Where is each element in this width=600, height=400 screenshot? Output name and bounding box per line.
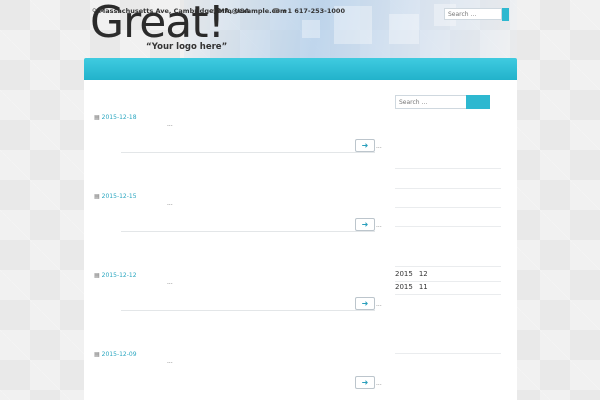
post-more-text: ...	[376, 222, 382, 229]
post-excerpt: ...	[167, 279, 173, 286]
arrow-right-icon: ➜	[361, 141, 369, 150]
post-excerpt: ...	[167, 121, 173, 128]
header-search-button[interactable]	[502, 8, 509, 21]
post-excerpt: ...	[167, 200, 173, 207]
sidebar-divider	[395, 188, 501, 189]
sidebar-divider	[395, 281, 501, 282]
post-date[interactable]: ▦ 2015-12-09	[94, 351, 137, 358]
post-excerpt: ...	[167, 358, 173, 365]
phone-icon: ☎	[272, 7, 281, 15]
sidebar-divider	[395, 266, 501, 267]
sidebar-divider	[395, 207, 501, 208]
calendar-icon: ▦	[94, 272, 100, 279]
post-date[interactable]: ▦ 2015-12-12	[94, 272, 137, 279]
archive-link[interactable]: 2015 12	[395, 270, 428, 278]
post-date[interactable]: ▦ 2015-12-18	[94, 114, 137, 121]
calendar-icon: ▦	[94, 114, 100, 121]
calendar-icon: ▦	[94, 351, 100, 358]
site-tagline: “Your logo here”	[146, 42, 228, 52]
sidebar-divider	[395, 226, 501, 227]
read-more-button[interactable]: ➜	[355, 218, 375, 231]
calendar-icon: ▦	[94, 193, 100, 200]
contact-phone: ☎ +1 617-253-1000	[272, 7, 345, 15]
sidebar-search-input[interactable]	[395, 95, 467, 109]
sidebar-divider	[395, 168, 501, 169]
arrow-right-icon: ➜	[361, 220, 369, 229]
sidebar-search-button[interactable]	[466, 95, 490, 109]
post-date[interactable]: ▦ 2015-12-15	[94, 193, 137, 200]
read-more-button[interactable]: ➜	[355, 297, 375, 310]
read-more-button[interactable]: ➜	[355, 376, 375, 389]
post-divider	[121, 231, 375, 232]
sidebar-divider	[395, 353, 501, 354]
map-marker-icon: ⚲	[92, 7, 97, 15]
post-more-text: ...	[376, 143, 382, 150]
sidebar-divider	[395, 294, 501, 295]
header-search-input[interactable]	[444, 8, 502, 20]
main-content: ▦ 2015-12-18 ... ➜ ... ▦ 2015-12-15 ... ➜ …	[84, 80, 517, 400]
read-more-button[interactable]: ➜	[355, 139, 375, 152]
post-divider	[121, 310, 375, 311]
arrow-right-icon: ➜	[361, 299, 369, 308]
envelope-icon: ✉	[210, 7, 216, 15]
post-divider	[121, 152, 375, 153]
arrow-right-icon: ➜	[361, 378, 369, 387]
main-navigation-bar	[84, 58, 517, 80]
post-more-text: ...	[376, 301, 382, 308]
post-more-text: ...	[376, 380, 382, 387]
archive-link[interactable]: 2015 11	[395, 283, 428, 291]
